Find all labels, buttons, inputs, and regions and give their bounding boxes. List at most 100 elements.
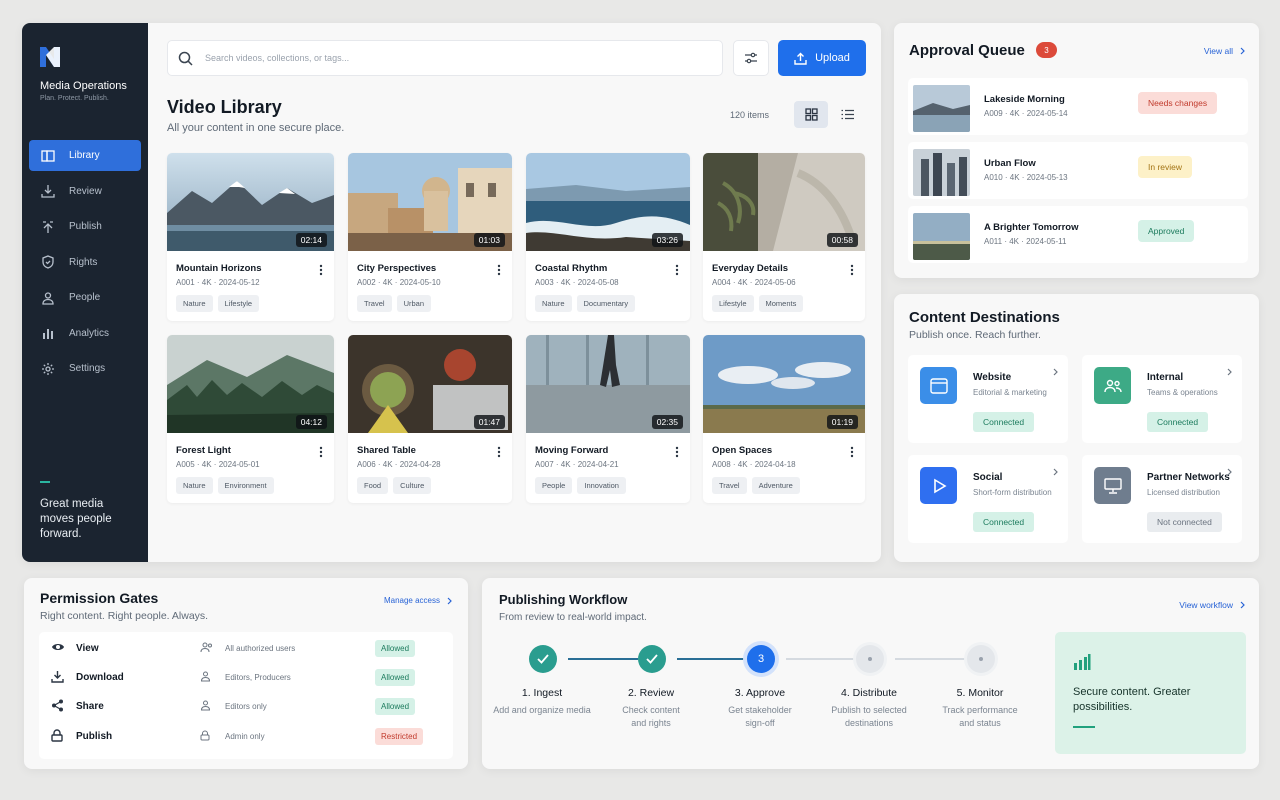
more-options-icon[interactable] bbox=[316, 445, 326, 459]
video-meta: A007 · 4K · 2024-04-21 bbox=[535, 460, 619, 469]
check-icon bbox=[646, 654, 658, 664]
more-options-icon[interactable] bbox=[672, 445, 682, 459]
sidebar-item-rights[interactable]: Rights bbox=[29, 247, 141, 278]
destination-partner-networks[interactable]: Partner Networks Licensed distribution N… bbox=[1082, 455, 1242, 543]
step-ingest-done[interactable] bbox=[529, 645, 557, 673]
more-options-icon[interactable] bbox=[847, 445, 857, 459]
publishing-workflow-panel: Publishing Workflow From review to real-… bbox=[482, 578, 1259, 769]
tag[interactable]: Adventure bbox=[751, 477, 800, 494]
more-options-icon[interactable] bbox=[494, 445, 504, 459]
video-card[interactable]: 01:19 Open Spaces A008 · 4K · 2024-04-18… bbox=[703, 335, 865, 503]
video-card[interactable]: 02:35 Moving Forward A007 · 4K · 2024-04… bbox=[526, 335, 690, 503]
step-distribute-pending[interactable] bbox=[856, 645, 884, 673]
step-label: 5. Monitor bbox=[956, 687, 1004, 699]
video-card[interactable]: 04:12 Forest Light A005 · 4K · 2024-05-0… bbox=[167, 335, 334, 503]
tag[interactable]: Travel bbox=[712, 477, 747, 494]
more-options-icon[interactable] bbox=[494, 263, 504, 277]
upload-button[interactable]: Upload bbox=[778, 40, 866, 76]
tag[interactable]: People bbox=[535, 477, 573, 494]
tag[interactable]: Lifestyle bbox=[217, 295, 260, 312]
approval-item[interactable]: Urban Flow A010 · 4K · 2024-05-13 In rev… bbox=[908, 142, 1248, 199]
permission-action: View bbox=[76, 643, 99, 654]
view-all-link[interactable]: View all bbox=[1204, 46, 1245, 56]
video-title: Everyday Details bbox=[712, 263, 789, 274]
video-card[interactable]: 01:47 Shared Table A006 · 4K · 2024-04-2… bbox=[348, 335, 512, 503]
video-title: Forest Light bbox=[176, 445, 231, 456]
tag[interactable]: Culture bbox=[393, 477, 432, 494]
tag[interactable]: Travel bbox=[357, 295, 392, 312]
video-title: City Perspectives bbox=[357, 263, 437, 274]
destination-website[interactable]: Website Editorial & marketing Connected bbox=[908, 355, 1068, 443]
destination-name: Social bbox=[973, 472, 1003, 483]
video-card[interactable]: 01:03 City Perspectives A002 · 4K · 2024… bbox=[348, 153, 512, 321]
more-options-icon[interactable] bbox=[316, 263, 326, 277]
destination-desc: Editorial & marketing bbox=[973, 388, 1047, 397]
search-input[interactable]: Search videos, collections, or tags... bbox=[205, 53, 349, 63]
tag[interactable]: Nature bbox=[535, 295, 572, 312]
approval-item[interactable]: Lakeside Morning A009 · 4K · 2024-05-14 … bbox=[908, 78, 1248, 135]
video-card[interactable]: 02:14 Mountain Horizons A001 · 4K · 2024… bbox=[167, 153, 334, 321]
monitor-icon bbox=[1094, 467, 1131, 504]
tag[interactable]: Environment bbox=[217, 477, 274, 494]
tag[interactable]: Nature bbox=[176, 477, 213, 494]
brand-name: Media Operations bbox=[40, 80, 127, 92]
tag[interactable]: Nature bbox=[176, 295, 213, 312]
sidebar-item-library[interactable]: Library bbox=[29, 140, 141, 171]
sidebar-item-label: Settings bbox=[69, 363, 106, 374]
sidebar-item-label: Analytics bbox=[69, 327, 110, 339]
step-connector bbox=[568, 658, 638, 660]
view-workflow-link[interactable]: View workflow bbox=[1179, 600, 1245, 610]
chevron-right-icon bbox=[1227, 368, 1232, 376]
promo-accent bbox=[1073, 726, 1095, 728]
list-view-button[interactable] bbox=[834, 101, 861, 128]
status-badge: Allowed bbox=[375, 669, 416, 686]
permission-action: Publish bbox=[76, 731, 113, 742]
tag[interactable]: Urban bbox=[396, 295, 431, 312]
tag[interactable]: Moments bbox=[758, 295, 804, 312]
workflow-subtitle: From review to real-world impact. bbox=[499, 612, 647, 623]
tag[interactable]: Documentary bbox=[576, 295, 636, 312]
manage-access-link[interactable]: Manage access bbox=[384, 596, 452, 605]
chevron-right-icon bbox=[1053, 468, 1058, 476]
permission-audience: Editors only bbox=[225, 702, 267, 711]
duration-badge: 01:47 bbox=[473, 415, 505, 429]
item-count: 120 items bbox=[730, 110, 770, 120]
step-review-done[interactable] bbox=[638, 645, 666, 673]
approval-item[interactable]: A Brighter Tomorrow A011 · 4K · 2024-05-… bbox=[908, 206, 1248, 263]
more-options-icon[interactable] bbox=[672, 263, 682, 277]
chevron-right-icon bbox=[1240, 601, 1245, 609]
more-options-icon[interactable] bbox=[847, 263, 857, 277]
step-monitor-pending[interactable] bbox=[967, 645, 995, 673]
share-icon bbox=[51, 699, 64, 712]
permission-row: Publish Admin only Restricted bbox=[39, 722, 453, 751]
destination-social[interactable]: Social Short-form distribution Connected bbox=[908, 455, 1068, 543]
approval-thumbnail bbox=[913, 213, 970, 260]
approval-thumbnail bbox=[913, 85, 970, 132]
sidebar-item-settings[interactable]: Settings bbox=[29, 353, 141, 384]
grid-icon bbox=[804, 108, 818, 121]
video-card[interactable]: 03:26 Coastal Rhythm A003 · 4K · 2024-05… bbox=[526, 153, 690, 321]
tag[interactable]: Innovation bbox=[577, 477, 626, 494]
approval-item-meta: A010 · 4K · 2024-05-13 bbox=[984, 173, 1068, 182]
sidebar-item-review[interactable]: Review bbox=[29, 176, 141, 207]
list-icon bbox=[841, 109, 854, 120]
duration-badge: 03:26 bbox=[651, 233, 683, 247]
search-bar[interactable]: Search videos, collections, or tags... bbox=[167, 40, 723, 76]
status-badge: Allowed bbox=[375, 640, 416, 657]
tag[interactable]: Lifestyle bbox=[712, 295, 754, 312]
sidebar-item-analytics[interactable]: Analytics bbox=[29, 318, 141, 349]
chevron-right-icon bbox=[1227, 468, 1232, 476]
permission-action: Share bbox=[76, 701, 104, 712]
sidebar-item-label: Library bbox=[69, 150, 100, 161]
grid-view-button[interactable] bbox=[794, 101, 828, 128]
destination-internal[interactable]: Internal Teams & operations Connected bbox=[1082, 355, 1242, 443]
video-card[interactable]: 00:58 Everyday Details A004 · 4K · 2024-… bbox=[703, 153, 865, 321]
sidebar-item-people[interactable]: People bbox=[29, 282, 141, 313]
tag[interactable]: Food bbox=[357, 477, 389, 494]
sidebar-item-publish[interactable]: Publish bbox=[29, 211, 141, 242]
permission-action: Download bbox=[76, 672, 124, 683]
sidebar-item-label: Publish bbox=[69, 221, 102, 232]
step-approve-current[interactable]: 3 bbox=[747, 645, 775, 673]
filter-button[interactable] bbox=[733, 40, 769, 76]
step-label: 4. Distribute bbox=[840, 687, 898, 699]
